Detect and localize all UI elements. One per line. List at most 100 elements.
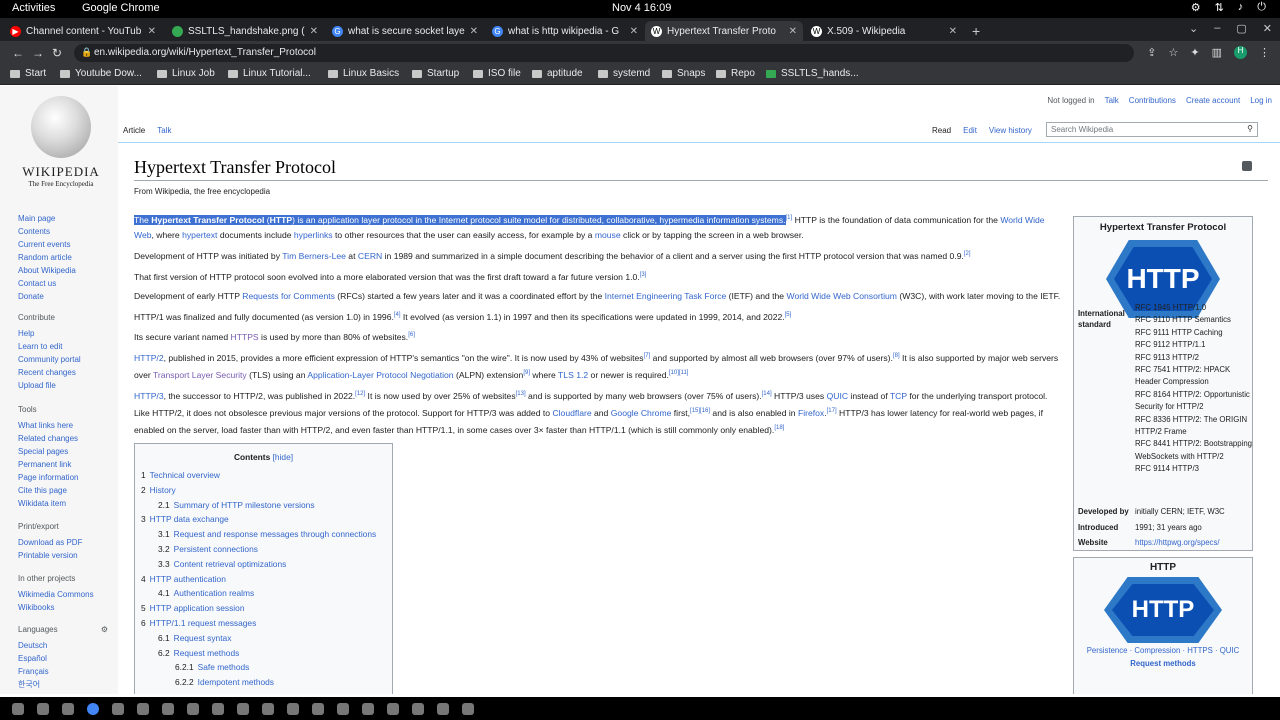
volume-icon[interactable]: ♪ bbox=[1238, 1, 1244, 14]
menu-icon[interactable]: ⋮ bbox=[1259, 46, 1270, 59]
close-icon[interactable]: ✕ bbox=[945, 26, 957, 37]
sidebar-link[interactable]: What links here bbox=[18, 419, 78, 432]
app-icon[interactable] bbox=[337, 702, 349, 715]
accessibility-icon[interactable]: ⚙ bbox=[1191, 1, 1201, 14]
files-icon[interactable] bbox=[37, 702, 49, 715]
sidebar-link[interactable]: Donate bbox=[18, 290, 76, 303]
link[interactable]: Cloudflare bbox=[552, 408, 591, 418]
rfc-item[interactable]: RFC 1945 HTTP/1.0 bbox=[1135, 302, 1253, 314]
toc-link[interactable]: HTTP data exchange bbox=[150, 514, 229, 524]
bookmark-item[interactable]: systemd bbox=[598, 68, 650, 79]
link[interactable]: HTTPS bbox=[231, 332, 259, 342]
link[interactable]: TCP bbox=[890, 391, 907, 401]
app-icon[interactable] bbox=[262, 702, 274, 715]
rfc-item[interactable]: RFC 8336 HTTP/2: The ORIGIN HTTP/2 Frame bbox=[1135, 414, 1253, 439]
gear-icon[interactable]: ⚙ bbox=[101, 625, 108, 634]
sidebar-link[interactable]: Wikibooks bbox=[18, 601, 94, 614]
toc-link[interactable]: Request syntax bbox=[174, 633, 232, 643]
toc-link[interactable]: History bbox=[150, 485, 176, 495]
sidebar-link[interactable]: Contact us bbox=[18, 277, 76, 290]
toc-item[interactable]: 5 HTTP application session bbox=[141, 601, 386, 616]
share-icon[interactable]: ⇪ bbox=[1147, 46, 1156, 59]
close-icon[interactable]: ✕ bbox=[466, 26, 478, 37]
website-link[interactable]: https://httpwg.org/specs/ bbox=[1135, 538, 1220, 547]
toc-link[interactable]: Idempotent methods bbox=[198, 677, 274, 687]
sidebar-link[interactable]: Español bbox=[18, 652, 108, 665]
toc-item[interactable]: 4.1 Authentication realms bbox=[141, 586, 386, 601]
bookmark-item[interactable]: Linux Basics bbox=[328, 68, 399, 79]
toc-item[interactable]: 4 HTTP authentication bbox=[141, 572, 386, 587]
toc-item[interactable]: 6.2.3 Cacheable methods bbox=[141, 690, 386, 694]
sidebar-link[interactable]: Learn to edit bbox=[18, 340, 81, 353]
extensions-icon[interactable]: ✦ bbox=[1190, 46, 1199, 59]
terminal-icon[interactable] bbox=[12, 702, 24, 715]
bookmark-star-icon[interactable]: ☆ bbox=[1169, 46, 1179, 59]
toc-link[interactable]: Summary of HTTP milestone versions bbox=[174, 500, 315, 510]
app-menu[interactable]: Google Chrome bbox=[82, 2, 160, 14]
protection-lock-icon[interactable] bbox=[1242, 161, 1252, 171]
rfc-item[interactable]: RFC 9111 HTTP Caching bbox=[1135, 327, 1253, 339]
sidebar-link[interactable]: Printable version bbox=[18, 549, 82, 562]
http-logo[interactable]: HTTP bbox=[1104, 577, 1222, 643]
new-tab-button[interactable]: + bbox=[966, 21, 986, 41]
address-bar[interactable]: 🔒 en.wikipedia.org/wiki/Hypertext_Transfe… bbox=[74, 44, 1134, 62]
sidebar-link[interactable]: Main page bbox=[18, 212, 76, 225]
tab-google-http[interactable]: Gwhat is http wikipedia - G ✕ bbox=[486, 21, 644, 41]
sidebar-link[interactable]: Community portal bbox=[18, 353, 81, 366]
toc-item[interactable]: 1 Technical overview bbox=[141, 468, 386, 483]
link[interactable]: Application-Layer Protocol Negotiation bbox=[307, 370, 453, 380]
close-icon[interactable]: ✕ bbox=[785, 26, 797, 37]
toc-hide-link[interactable]: [hide] bbox=[273, 452, 294, 462]
sidebar-link[interactable]: Cite this page bbox=[18, 484, 78, 497]
sidebar-link[interactable]: Download as PDF bbox=[18, 536, 82, 549]
tab-search-icon[interactable]: ⌄ bbox=[1189, 22, 1198, 35]
link[interactable]: hyperlinks bbox=[294, 230, 333, 240]
system-tray[interactable]: ⚙ ⇅ ♪ ⏻ bbox=[1191, 1, 1266, 14]
toc-item[interactable]: 6.1 Request syntax bbox=[141, 631, 386, 646]
clock[interactable]: Nov 4 16:09 bbox=[612, 2, 671, 14]
toc-item[interactable]: 2.1 Summary of HTTP milestone versions bbox=[141, 498, 386, 513]
toc-link[interactable]: Authentication realms bbox=[174, 588, 255, 598]
bookmark-item[interactable]: Repo bbox=[716, 68, 755, 79]
link[interactable]: HTTP/2 bbox=[134, 353, 164, 363]
navbox-links[interactable]: Persistence · Compression · HTTPS · QUIC bbox=[1074, 646, 1252, 655]
tab-edit[interactable]: Edit bbox=[963, 126, 977, 135]
rfc-item[interactable]: RFC 8441 HTTP/2: Bootstrapping WebSocket… bbox=[1135, 438, 1253, 463]
app-icon[interactable] bbox=[312, 702, 324, 715]
toc-link[interactable]: Safe methods bbox=[198, 662, 250, 672]
toc-link[interactable]: HTTP authentication bbox=[150, 574, 226, 584]
close-icon[interactable]: ✕ bbox=[144, 26, 156, 37]
rfc-item[interactable]: RFC 9112 HTTP/1.1 bbox=[1135, 339, 1253, 351]
link[interactable]: World Wide Web Consortium bbox=[786, 291, 896, 301]
settings-icon[interactable] bbox=[62, 702, 74, 715]
tab-x509[interactable]: W X.509 - Wikipedia ✕ bbox=[805, 21, 963, 41]
app-icon[interactable] bbox=[112, 702, 124, 715]
selected-text[interactable]: The Hypertext Transfer Protocol (HTTP) i… bbox=[134, 214, 786, 225]
link[interactable]: QUIC bbox=[827, 391, 848, 401]
back-icon[interactable]: ← bbox=[12, 46, 24, 60]
app-icon[interactable] bbox=[137, 702, 149, 715]
toc-link[interactable]: Content retrieval optimizations bbox=[174, 559, 287, 569]
sidebar-link[interactable]: Français bbox=[18, 665, 108, 678]
lock-icon[interactable]: 🔒 bbox=[81, 47, 92, 58]
maximize-icon[interactable]: ▢ bbox=[1236, 22, 1246, 35]
link[interactable]: HTTP/3 bbox=[134, 391, 164, 401]
profile-avatar[interactable]: H bbox=[1234, 46, 1247, 59]
link[interactable]: CERN bbox=[358, 251, 382, 261]
link[interactable]: Firefox bbox=[798, 408, 824, 418]
app-icon[interactable] bbox=[437, 702, 449, 715]
forward-icon[interactable]: → bbox=[32, 46, 44, 60]
rfc-item[interactable]: RFC 9110 HTTP Semantics bbox=[1135, 314, 1253, 326]
reload-icon[interactable]: ↻ bbox=[52, 46, 62, 60]
tab-youtube[interactable]: ▶ Channel content - YouTub ✕ bbox=[4, 21, 162, 41]
tab-article[interactable]: Article bbox=[123, 126, 145, 135]
search-input[interactable]: Search Wikipedia ⚲ bbox=[1046, 122, 1258, 137]
sidebar-link[interactable]: Contents bbox=[18, 225, 76, 238]
rfc-item[interactable]: RFC 9113 HTTP/2 bbox=[1135, 352, 1253, 364]
close-icon[interactable]: ✕ bbox=[626, 26, 638, 37]
login-link[interactable]: Log in bbox=[1250, 96, 1272, 105]
window-close-icon[interactable]: ✕ bbox=[1263, 22, 1272, 35]
sidebar-link[interactable]: Random article bbox=[18, 251, 76, 264]
toc-link[interactable]: HTTP application session bbox=[150, 603, 245, 613]
toc-item[interactable]: 3 HTTP data exchange bbox=[141, 512, 386, 527]
